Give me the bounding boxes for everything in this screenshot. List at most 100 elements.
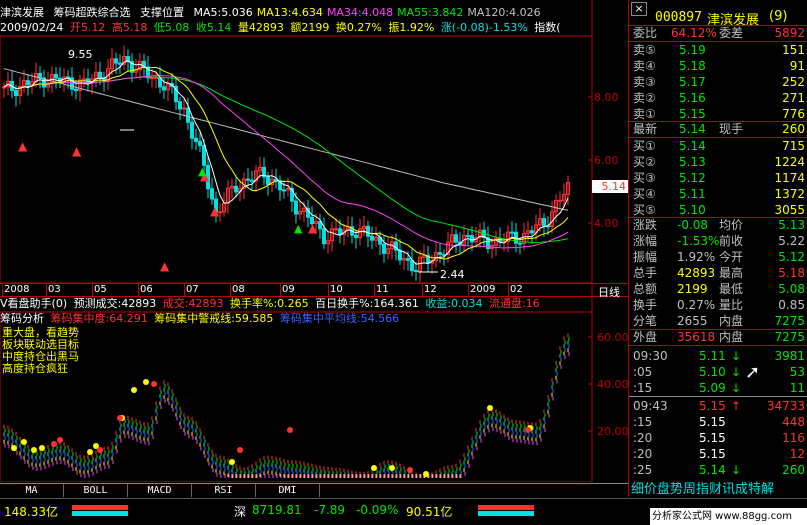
- sub2-dot-yellow: [39, 445, 45, 451]
- tick-row-7: :25 5.14 ↓ 260: [633, 462, 807, 478]
- candle-body: [194, 137, 198, 142]
- sub2-axis-60: 60.00: [597, 331, 629, 344]
- info-index[interactable]: 指数(: [534, 21, 560, 34]
- sub2-axis-40: 40.00: [597, 378, 629, 391]
- sz-change: -7.89: [314, 503, 346, 517]
- tab-dmi[interactable]: DMI: [256, 484, 320, 497]
- buy-vol: 1174: [774, 171, 805, 185]
- tick-vol: 3981: [774, 349, 805, 363]
- tick-price: 5.14: [699, 463, 726, 477]
- wb-value: 64.12%: [671, 26, 717, 40]
- info-turn: 换0.27%: [335, 21, 382, 34]
- sz-index: 8719.81: [252, 503, 302, 517]
- candle-body: [322, 228, 326, 245]
- info-high: 高5.18: [111, 21, 148, 34]
- sub1-float: 流通盘:16: [489, 297, 540, 310]
- candle-body: [74, 88, 78, 92]
- outer-row: 外盘 35618 内盘 7275: [633, 329, 807, 345]
- close-icon[interactable]: ×: [631, 2, 647, 16]
- tick-vol: 34733: [766, 399, 805, 413]
- tick-time: :15: [633, 381, 653, 395]
- tick-vol: 260: [782, 463, 805, 477]
- sub2-name[interactable]: 筹码分析: [0, 312, 44, 325]
- stat-value-2: 0.85: [778, 298, 805, 312]
- current-price-tag: 5.14: [592, 180, 628, 193]
- candle-body: [210, 188, 214, 200]
- stat-value-2: 7275: [774, 314, 805, 328]
- buy-price: 5.13: [679, 155, 706, 169]
- stat-label-2: 最低: [719, 282, 744, 296]
- function-menu[interactable]: 细价盘势周指财讯成特解: [631, 478, 807, 497]
- signal-arrow: ▲: [210, 204, 220, 218]
- buy-price: 5.12: [679, 171, 706, 185]
- candle-body: [558, 199, 562, 202]
- chart-area[interactable]: ▲ ▲ ▲ ▲ ▲ ▲ ▲ ▲ 津滨发展 筹码超跌综合选 支撑位置 MA5:5.036 MA13…: [0, 0, 629, 482]
- ma-labels: MA5:5.036 MA13:4.634 MA34:4.048 MA55:3.842 M…: [194, 6, 545, 19]
- stat-value-2: 5.12: [778, 250, 805, 264]
- tick-price: 5.15: [699, 399, 726, 413]
- stat-row-0: 涨跌 -0.08 均价 5.13: [633, 217, 807, 233]
- stat-row-1: 涨幅 -1.53% 前收 5.22: [633, 233, 807, 249]
- candle-body: [530, 230, 534, 234]
- period-label[interactable]: 日线: [598, 284, 620, 300]
- info-chg: 涨(-0.08)-1.53%: [440, 21, 528, 34]
- tick-time: :25: [633, 463, 653, 477]
- tick-time: :05: [633, 365, 653, 379]
- mouse-cursor-icon: ➚: [745, 362, 761, 383]
- tab-rsi[interactable]: RSI: [192, 484, 256, 497]
- tick-vol: 11: [789, 381, 805, 395]
- sub1-name[interactable]: V看盘助手(0): [0, 297, 67, 310]
- signal-arrow: ▲: [18, 139, 28, 153]
- candle-body: [382, 243, 386, 254]
- stat-row-5: 换手 0.27% 量比 0.85: [633, 297, 807, 313]
- stock-suffix: (9): [769, 9, 788, 24]
- indicator-name[interactable]: 筹码超跌综合选: [54, 6, 131, 19]
- sub2-dot-yellow: [143, 379, 149, 385]
- sub1-profit: 收益:0.034: [425, 297, 483, 310]
- legend-box: 重大盘，看趋势 板块联动选目标 中度持仓出黑马 高度持仓疯狂: [2, 327, 92, 375]
- buy-label: 买②: [633, 155, 656, 169]
- sell-vol: 776: [782, 107, 805, 121]
- tick-row-5: :20 5.15 116: [633, 430, 807, 446]
- stat-value: -1.53%: [677, 234, 720, 248]
- signal-green: ▲: [198, 165, 207, 178]
- main-chart-svg[interactable]: ▲ ▲▲▲▲▲▲▲: [0, 0, 628, 482]
- sell-label: 卖④: [633, 59, 656, 73]
- candle-body: [198, 140, 202, 147]
- candle-body: [2, 86, 6, 89]
- sell-label: 卖③: [633, 75, 656, 89]
- tab-macd[interactable]: MACD: [128, 484, 192, 497]
- ma-label-1: MA13:4.634: [256, 6, 323, 19]
- buy-vol: 1224: [774, 155, 805, 169]
- sell-row-2: 卖④ 5.18 91: [633, 58, 807, 74]
- sell-label: 卖②: [633, 91, 656, 105]
- indicator-tabs: MA BOLL MACD RSI DMI: [0, 483, 628, 497]
- sub2-dot-yellow: [487, 405, 493, 411]
- candle-body: [246, 178, 250, 181]
- buy-label: 买①: [633, 139, 656, 153]
- sell-row-4: 卖② 5.16 271: [633, 90, 807, 106]
- buy-row-4: 买④ 5.11 1372: [633, 186, 807, 202]
- tick-vol: 116: [782, 431, 805, 445]
- candle-body: [14, 89, 18, 97]
- stat-value: 2655: [677, 314, 708, 328]
- date-label-4: 07: [186, 284, 199, 295]
- buy-row-2: 买② 5.13 1224: [633, 154, 807, 170]
- candle-body: [334, 228, 338, 231]
- tick-price: 5.09: [699, 381, 726, 395]
- tick-time: :20: [633, 431, 653, 445]
- tab-ma[interactable]: MA: [0, 484, 64, 497]
- candle-body: [178, 101, 182, 110]
- sell-label: 卖⑤: [633, 43, 656, 57]
- date-label-6: 09: [282, 284, 295, 295]
- signal-arrow: ▲: [72, 144, 82, 158]
- tick-row-2: :15 5.09 ↓ 11: [633, 380, 807, 396]
- inner-value: 7275: [774, 330, 805, 344]
- date-label-11: 02: [510, 284, 523, 295]
- wb-row: 委比 64.12% 委差 5892: [633, 25, 807, 41]
- last-row: 最新 5.14 现手 260: [633, 121, 807, 137]
- now-vol: 260: [782, 122, 805, 136]
- info-close: 收5.14: [195, 21, 232, 34]
- stat-value-2: 5.13: [778, 218, 805, 232]
- tab-boll[interactable]: BOLL: [64, 484, 128, 497]
